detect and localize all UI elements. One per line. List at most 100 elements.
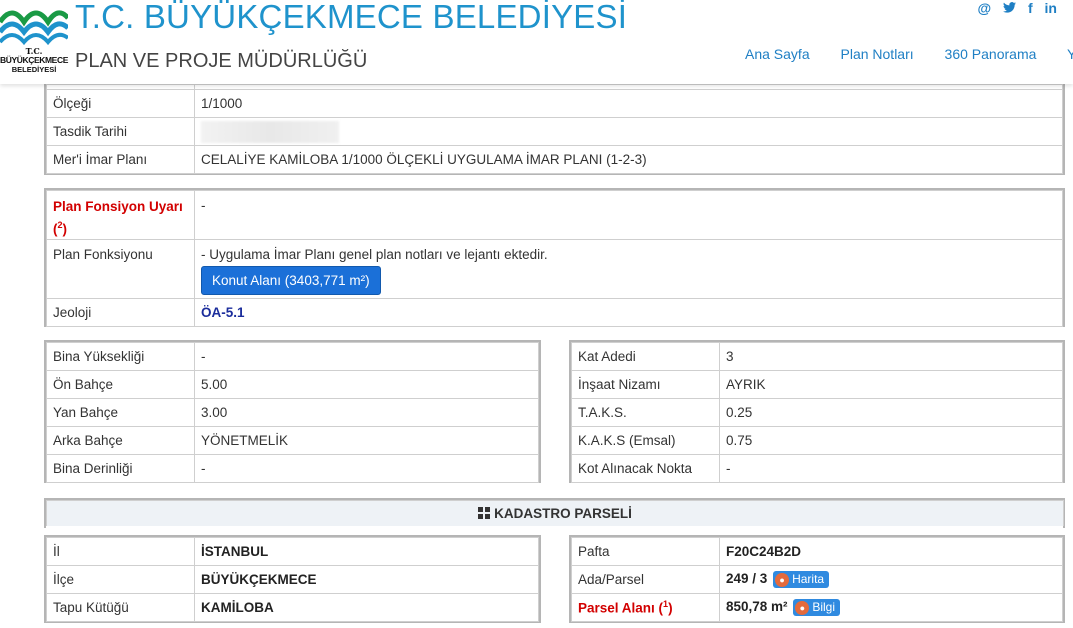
parcel-area-number: 850,78 m² bbox=[726, 599, 788, 615]
kaks-value: 0.75 bbox=[719, 426, 1063, 455]
parcel-area-label: Parsel Alanı (1) bbox=[571, 593, 720, 622]
table-row: İnşaat Nizamı AYRIK bbox=[571, 370, 1063, 399]
nav-plan-notes[interactable]: Plan Notları bbox=[841, 46, 914, 62]
grid-icon bbox=[478, 507, 491, 519]
block-parcel-label: Ada/Parsel bbox=[571, 565, 720, 594]
table-row: Plan Fonksiyonu - Uygulama İmar Planı ge… bbox=[46, 238, 1063, 299]
plan-function-table: Plan Fonsiyon Uyarı (2) - Plan Fonksiyonu… bbox=[46, 190, 1063, 327]
table-row: Parsel Alanı (1) 850,78 m² ● Bilgi bbox=[571, 593, 1063, 622]
building-height-value: - bbox=[194, 342, 539, 371]
linkedin-icon[interactable]: in bbox=[1045, 0, 1057, 16]
table-row: Arka Bahçe YÖNETMELİK bbox=[46, 426, 539, 455]
plan-info-table: Ölçeği 1/1000 Tasdik Tarihi Mer'i İmar P… bbox=[46, 84, 1063, 174]
area-footnote-ref[interactable]: 1 bbox=[663, 599, 668, 609]
table-row: Mer'i İmar Planı CELALİYE KAMİLOBA 1/100… bbox=[46, 145, 1063, 174]
building-left-table: Bina Yüksekliği - Ön Bahçe 5.00 Yan Bahçe 3… bbox=[46, 342, 539, 483]
globe-icon: ● bbox=[775, 572, 790, 587]
table-row: Yan Bahçe 3.00 bbox=[46, 398, 539, 427]
main-nav: Ana Sayfa Plan Notları 360 Panorama Y bbox=[745, 46, 1073, 62]
elevation-point-value: - bbox=[719, 454, 1063, 483]
building-depth-value: - bbox=[194, 454, 539, 483]
scale-value: 1/1000 bbox=[194, 89, 1063, 118]
logo-text-name: BÜYÜKÇEKMECE bbox=[0, 55, 68, 65]
approval-date-value bbox=[194, 117, 1063, 146]
cadastre-left-table: İl İSTANBUL İlçe BÜYÜKÇEKMECE Tapu Kütüğü K… bbox=[46, 537, 539, 622]
nav-panorama[interactable]: 360 Panorama bbox=[945, 46, 1037, 62]
social-links: @ f in bbox=[970, 0, 1057, 16]
function-warning-label: Plan Fonsiyon Uyarı (2) bbox=[46, 190, 195, 240]
cadastre-right-table: Pafta F20C24B2D Ada/Parsel 249 / 3 ● Hari… bbox=[571, 537, 1063, 622]
table-row: Ölçeği 1/1000 bbox=[46, 89, 1063, 118]
cadastre-heading: KADASTRO PARSELİ bbox=[46, 500, 1064, 526]
wave-logo-icon bbox=[0, 10, 68, 46]
table-row: Bina Derinliği - bbox=[46, 454, 539, 483]
block-parcel-number: 249 / 3 bbox=[726, 571, 768, 587]
side-yard-value: 3.00 bbox=[194, 398, 539, 427]
building-height-label: Bina Yüksekliği bbox=[46, 342, 195, 371]
municipality-logo[interactable]: T.C. BÜYÜKÇEKMECE BELEDİYESİ bbox=[0, 0, 68, 80]
approval-date-label: Tasdik Tarihi bbox=[46, 117, 195, 146]
side-yard-label: Yan Bahçe bbox=[46, 398, 195, 427]
table-row: İl İSTANBUL bbox=[46, 537, 539, 566]
taks-value: 0.25 bbox=[719, 398, 1063, 427]
block-parcel-value: 249 / 3 ● Harita bbox=[719, 565, 1063, 594]
floor-count-label: Kat Adedi bbox=[571, 342, 720, 371]
province-value: İSTANBUL bbox=[194, 537, 539, 566]
zoning-plan-value: CELALİYE KAMİLOBA 1/1000 ÖLÇEKLİ UYGULAM… bbox=[194, 145, 1063, 174]
zoning-plan-label: Mer'i İmar Planı bbox=[46, 145, 195, 174]
table-row: Ada/Parsel 249 / 3 ● Harita bbox=[571, 565, 1063, 594]
geology-value[interactable]: ÖA-5.1 bbox=[194, 297, 1063, 327]
district-value: BÜYÜKÇEKMECE bbox=[194, 565, 539, 594]
function-warning-value: - bbox=[194, 190, 1063, 240]
table-row: K.A.K.S (Emsal) 0.75 bbox=[571, 426, 1063, 455]
redacted-date bbox=[201, 120, 339, 143]
geology-label: Jeoloji bbox=[46, 297, 195, 327]
logo-text-belediye: BELEDİYESİ bbox=[11, 65, 57, 74]
plan-function-label: Plan Fonksiyonu bbox=[46, 238, 195, 299]
construction-order-value: AYRIK bbox=[719, 370, 1063, 399]
table-row: Plan Fonsiyon Uyarı (2) - bbox=[46, 190, 1063, 240]
residential-area-button[interactable]: Konut Alanı (3403,771 m²) bbox=[201, 265, 381, 295]
globe-icon: ● bbox=[795, 600, 810, 615]
taks-label: T.A.K.S. bbox=[571, 398, 720, 427]
table-row: T.A.K.S. 0.25 bbox=[571, 398, 1063, 427]
front-yard-label: Ön Bahçe bbox=[46, 370, 195, 399]
table-row: Bina Yüksekliği - bbox=[46, 342, 539, 371]
table-row: Jeoloji ÖA-5.1 bbox=[46, 297, 1063, 327]
rear-yard-value: YÖNETMELİK bbox=[194, 426, 539, 455]
nav-home[interactable]: Ana Sayfa bbox=[745, 46, 810, 62]
warning-footnote-ref[interactable]: 2 bbox=[58, 220, 63, 230]
site-header: T.C. BÜYÜKÇEKMECE BELEDİYESİ T.C. BÜYÜKÇ… bbox=[0, 0, 1073, 84]
facebook-icon[interactable]: f bbox=[1028, 0, 1033, 16]
scale-label: Ölçeği bbox=[46, 89, 195, 118]
info-button[interactable]: ● Bilgi bbox=[793, 599, 840, 616]
floor-count-value: 3 bbox=[719, 342, 1063, 371]
table-row: Tapu Kütüğü KAMİLOBA bbox=[46, 593, 539, 622]
land-registry-value: KAMİLOBA bbox=[194, 593, 539, 622]
plan-function-note: - Uygulama İmar Planı genel plan notları… bbox=[201, 246, 548, 262]
district-label: İlçe bbox=[46, 565, 195, 594]
site-subtitle: PLAN VE PROJE MÜDÜRLÜĞÜ bbox=[75, 50, 368, 72]
land-registry-label: Tapu Kütüğü bbox=[46, 593, 195, 622]
plan-function-value: - Uygulama İmar Planı genel plan notları… bbox=[194, 238, 1063, 299]
sheet-value: F20C24B2D bbox=[719, 537, 1063, 566]
table-row: Ön Bahçe 5.00 bbox=[46, 370, 539, 399]
twitter-icon[interactable] bbox=[1003, 0, 1020, 16]
site-title[interactable]: T.C. BÜYÜKÇEKMECE BELEDİYESİ bbox=[75, 0, 627, 36]
rear-yard-label: Arka Bahçe bbox=[46, 426, 195, 455]
cadastre-heading-text: KADASTRO PARSELİ bbox=[494, 506, 632, 521]
table-row: Tasdik Tarihi bbox=[46, 117, 1063, 146]
front-yard-value: 5.00 bbox=[194, 370, 539, 399]
kaks-label: K.A.K.S (Emsal) bbox=[571, 426, 720, 455]
elevation-point-label: Kot Alınacak Nokta bbox=[571, 454, 720, 483]
logo-text-tc: T.C. bbox=[25, 46, 43, 56]
table-row: Pafta F20C24B2D bbox=[571, 537, 1063, 566]
nav-more[interactable]: Y bbox=[1067, 46, 1073, 62]
email-icon[interactable]: @ bbox=[978, 0, 992, 16]
map-button[interactable]: ● Harita bbox=[773, 571, 830, 588]
building-depth-label: Bina Derinliği bbox=[46, 454, 195, 483]
parcel-area-value: 850,78 m² ● Bilgi bbox=[719, 593, 1063, 622]
building-right-table: Kat Adedi 3 İnşaat Nizamı AYRIK T.A.K.S. 0.… bbox=[571, 342, 1063, 483]
province-label: İl bbox=[46, 537, 195, 566]
sheet-label: Pafta bbox=[571, 537, 720, 566]
